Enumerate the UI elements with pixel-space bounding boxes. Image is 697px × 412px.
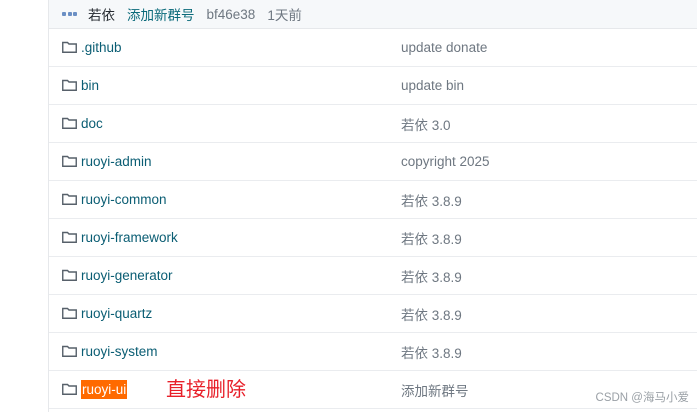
file-name-link[interactable]: ruoyi-quartz bbox=[81, 306, 152, 321]
file-name-link-highlighted[interactable]: ruoyi-ui bbox=[81, 380, 128, 399]
file-commit-message[interactable]: update donate bbox=[401, 40, 487, 55]
file-row[interactable]: ruoyi-admin copyright 2025 bbox=[49, 143, 697, 181]
folder-icon bbox=[62, 383, 77, 395]
commit-message-link[interactable]: 添加新群号 bbox=[127, 4, 195, 24]
delete-annotation-text: 直接删除 bbox=[166, 377, 246, 401]
file-commit-message[interactable]: 若依 3.8.9 bbox=[401, 228, 462, 248]
repository-file-browser: 若依 添加新群号 bf46e38 1天前 .github update dona… bbox=[48, 0, 697, 412]
folder-icon bbox=[62, 79, 77, 91]
folder-icon bbox=[62, 117, 77, 129]
file-name-link[interactable]: ruoyi-admin bbox=[81, 154, 152, 169]
file-row[interactable]: ruoyi-quartz 若依 3.8.9 bbox=[49, 295, 697, 333]
file-name-link[interactable]: .github bbox=[81, 40, 122, 55]
folder-icon bbox=[62, 155, 77, 167]
author-avatar-icon bbox=[62, 10, 80, 18]
folder-icon bbox=[62, 269, 77, 281]
file-row[interactable]: ruoyi-framework 若依 3.8.9 bbox=[49, 219, 697, 257]
commit-hash[interactable]: bf46e38 bbox=[207, 7, 256, 22]
file-row[interactable]: .github update donate bbox=[49, 29, 697, 67]
file-name-link[interactable]: ruoyi-system bbox=[81, 344, 158, 359]
left-gutter bbox=[0, 0, 48, 412]
file-list: .github update donate bin update bin doc… bbox=[49, 29, 697, 409]
file-row[interactable]: bin update bin bbox=[49, 67, 697, 105]
commit-time: 1天前 bbox=[267, 8, 302, 23]
screenshot: 若依 添加新群号 bf46e38 1天前 .github update dona… bbox=[0, 0, 697, 412]
file-name-link[interactable]: doc bbox=[81, 116, 103, 131]
file-commit-message[interactable]: 若依 3.8.9 bbox=[401, 266, 462, 286]
file-name-link[interactable]: ruoyi-framework bbox=[81, 230, 178, 245]
file-row[interactable]: doc 若依 3.0 bbox=[49, 105, 697, 143]
file-commit-message[interactable]: 若依 3.0 bbox=[401, 114, 451, 134]
file-name-link[interactable]: ruoyi-generator bbox=[81, 268, 173, 283]
file-commit-message[interactable]: update bin bbox=[401, 78, 464, 93]
file-commit-message[interactable]: 若依 3.8.9 bbox=[401, 342, 462, 362]
folder-icon bbox=[62, 193, 77, 205]
watermark: CSDN @海马小爱 bbox=[595, 392, 689, 404]
file-name-link[interactable]: bin bbox=[81, 78, 99, 93]
file-commit-message[interactable]: 若依 3.8.9 bbox=[401, 304, 462, 324]
file-commit-message[interactable]: copyright 2025 bbox=[401, 154, 490, 169]
latest-commit-bar: 若依 添加新群号 bf46e38 1天前 bbox=[49, 0, 697, 29]
file-commit-message[interactable]: 若依 3.8.9 bbox=[401, 190, 462, 210]
file-row[interactable]: ruoyi-system 若依 3.8.9 bbox=[49, 333, 697, 371]
folder-icon bbox=[62, 345, 77, 357]
folder-icon bbox=[62, 307, 77, 319]
folder-icon bbox=[62, 231, 77, 243]
file-name-link[interactable]: ruoyi-common bbox=[81, 192, 167, 207]
file-row[interactable]: ruoyi-generator 若依 3.8.9 bbox=[49, 257, 697, 295]
file-commit-message[interactable]: 添加新群号 bbox=[401, 380, 469, 400]
commit-author[interactable]: 若依 bbox=[88, 4, 115, 24]
file-row[interactable]: ruoyi-common 若依 3.8.9 bbox=[49, 181, 697, 219]
folder-icon bbox=[62, 41, 77, 53]
